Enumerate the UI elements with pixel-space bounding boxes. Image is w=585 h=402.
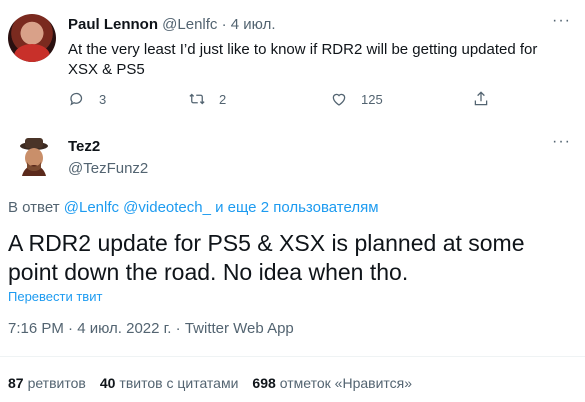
avatar-tez2[interactable] [10, 134, 58, 182]
likes-stat[interactable]: 698 отметок «Нравится» [252, 375, 412, 391]
replying-to: В ответ @Lenlfc @videotech_ и еще 2 поль… [8, 199, 379, 216]
tweet-stats: 87 ретвитов 40 твитов с цитатами 698 отмето… [8, 375, 412, 391]
reply-button[interactable]: 3 [68, 90, 106, 108]
share-button[interactable] [472, 90, 490, 108]
quotes-label: твитов с цитатами [119, 375, 239, 391]
tweet-meta: 7:16 PM · 4 июл. 2022 г. · Twitter Web A… [8, 320, 294, 337]
avatar-image [10, 134, 58, 182]
heart-icon [332, 93, 346, 106]
retweet-button[interactable]: 2 [188, 90, 226, 108]
author-handle[interactable]: @TezFunz2 [68, 160, 148, 177]
avatar-shirt [14, 44, 50, 62]
tweet-text: A RDR2 update for PS5 & XSX is planned a… [8, 230, 525, 285]
reply-author-name[interactable]: Paul Lennon [68, 16, 158, 33]
like-button[interactable]: 125 [330, 90, 383, 108]
tweet-date[interactable]: 4 июл. 2022 г. [77, 320, 171, 337]
reply-actions: 3 2 125 [68, 90, 498, 112]
avatar-paul-lennon[interactable] [8, 14, 56, 62]
meta-sep-2: · [175, 320, 181, 337]
quotes-stat[interactable]: 40 твитов с цитатами [100, 375, 239, 391]
meta-sep-1: · [68, 320, 74, 337]
likes-label: отметок «Нравится» [279, 375, 413, 391]
retweet-count: 2 [219, 91, 227, 107]
retweets-stat[interactable]: 87 ретвитов [8, 375, 86, 391]
divider [0, 356, 585, 357]
author-name[interactable]: Tez2 [68, 138, 100, 155]
translate-link[interactable]: Перевести твит [8, 289, 102, 304]
tweet-time[interactable]: 7:16 PM [8, 320, 64, 337]
reply-handle[interactable]: @Lenlfc [162, 16, 217, 33]
tweet-source[interactable]: Twitter Web App [185, 320, 294, 337]
replying-others[interactable]: и еще 2 пользователям [215, 199, 378, 216]
reply-text: At the very least I’d just like to know … [68, 41, 538, 78]
retweets-label: ретвитов [27, 375, 86, 391]
replying-mentions[interactable]: @Lenlfc @videotech_ [64, 199, 211, 216]
share-icon [474, 91, 488, 106]
reply-author-line: Paul Lennon @Lenlfc · 4 июл. [68, 16, 276, 33]
retweet-icon [189, 93, 205, 105]
like-count: 125 [361, 91, 383, 107]
comment-icon [70, 92, 83, 106]
more-icon[interactable]: ··· [552, 133, 571, 151]
retweets-count: 87 [8, 375, 24, 391]
reply-date[interactable]: 4 июл. [231, 16, 276, 33]
reply-count: 3 [99, 91, 107, 107]
likes-count: 698 [252, 375, 276, 391]
replying-prefix: В ответ [8, 199, 60, 216]
reply-separator: · [221, 16, 227, 33]
quotes-count: 40 [99, 375, 116, 391]
reply-more-icon[interactable]: ··· [552, 12, 571, 30]
